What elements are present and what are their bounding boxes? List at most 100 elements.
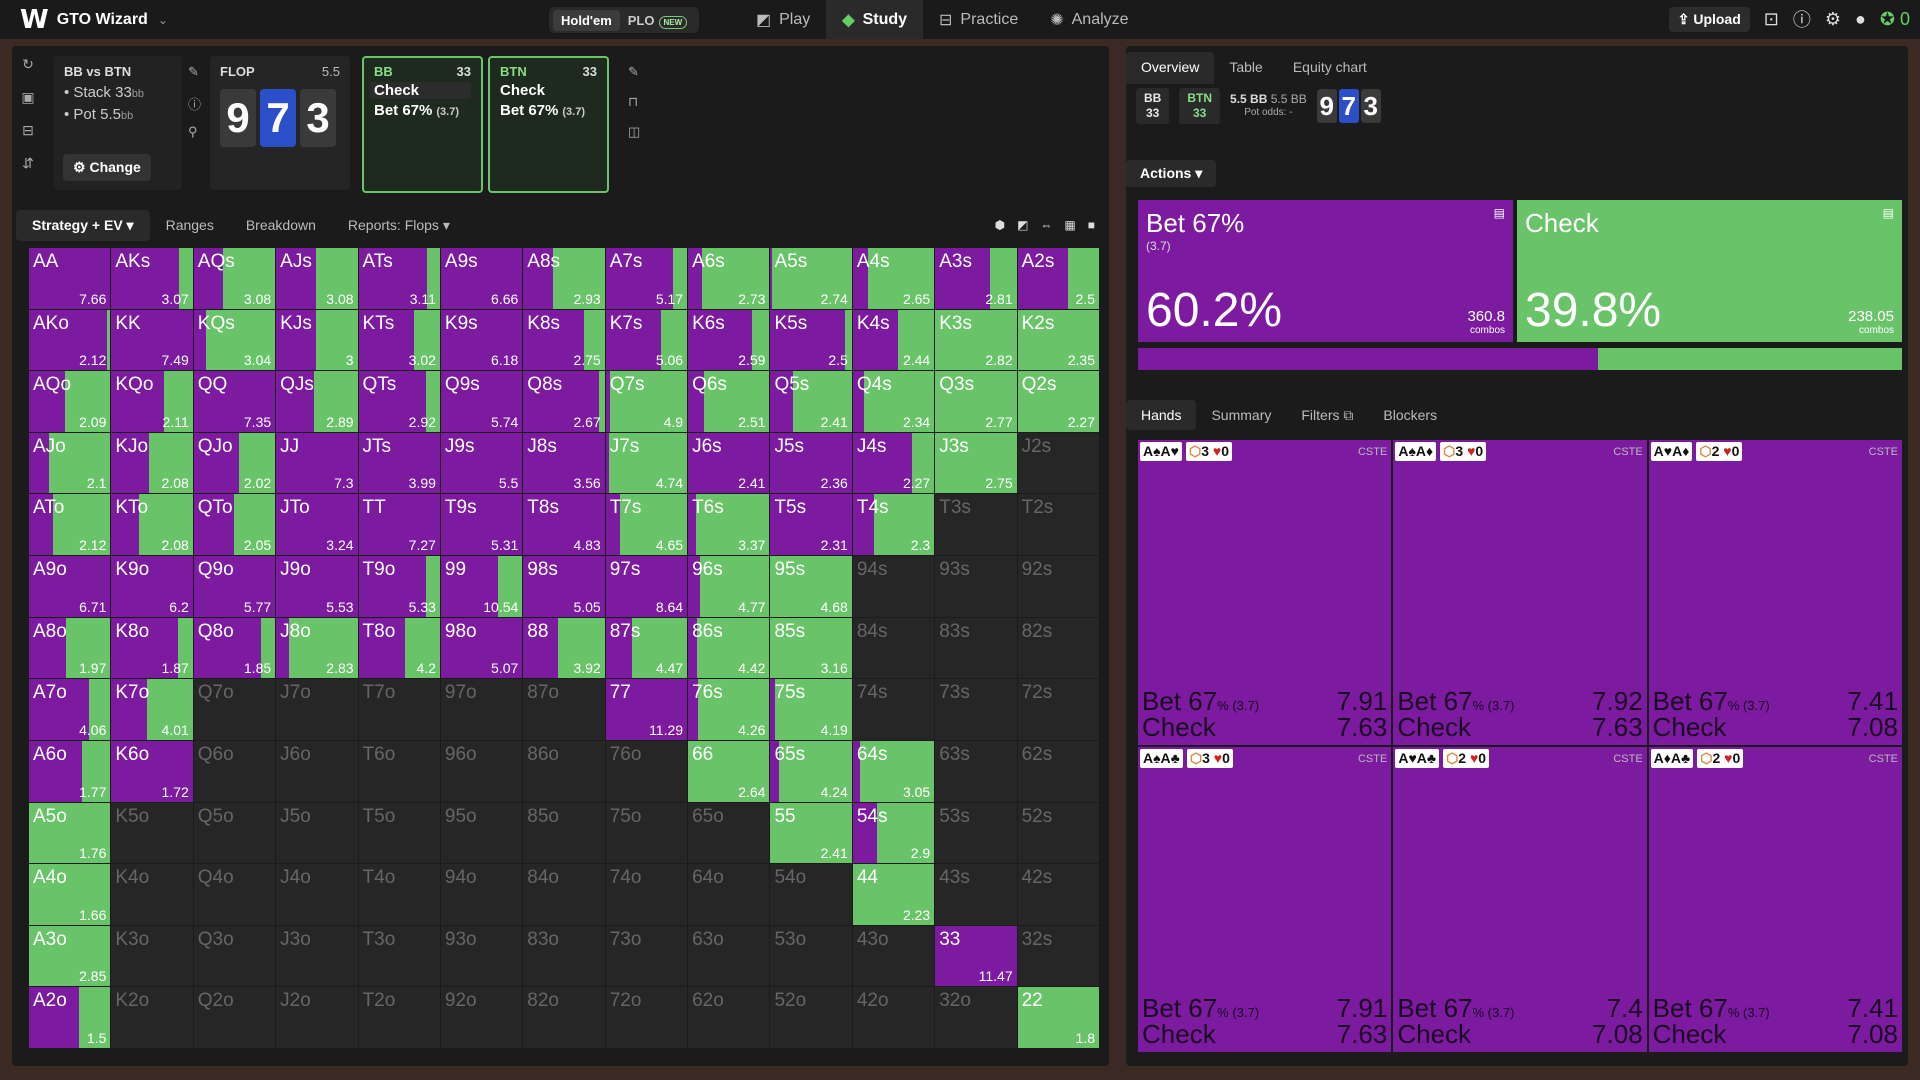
save-icon[interactable]: ▣ (18, 89, 38, 122)
matrix-cell[interactable]: 88 3.92 (523, 617, 605, 679)
matrix-cell[interactable]: AKo 2.12 (29, 309, 111, 371)
matrix-cell[interactable]: ATo 2.12 (29, 494, 111, 556)
matrix-cell[interactable]: T3s (935, 494, 1017, 556)
matrix-cell[interactable]: 82o (523, 987, 605, 1048)
check-summary-card[interactable]: Check 39.8% 238.05 combos ▤ (1517, 200, 1902, 342)
matrix-cell[interactable]: A5o 1.76 (29, 802, 111, 864)
matrix-cell[interactable]: Q8o 1.85 (193, 617, 276, 679)
matrix-cell[interactable]: J4s 2.27 (852, 432, 935, 494)
matrix-cell[interactable]: T8s 4.83 (523, 494, 605, 556)
matrix-cell[interactable]: 43o (852, 925, 935, 987)
matrix-cell[interactable]: AQs 3.08 (193, 248, 276, 309)
change-button[interactable]: ⚙ Change (63, 154, 151, 181)
action-card-bb[interactable]: BB 33 Check Bet 67% (3.7) (362, 56, 483, 193)
share-icon[interactable]: ⚲ (188, 124, 202, 154)
matrix-cell[interactable]: KK 7.49 (111, 309, 193, 371)
matrix-cell[interactable]: A8o 1.97 (29, 617, 111, 679)
matrix-cell[interactable]: JTo 3.24 (276, 494, 358, 556)
matrix-cell[interactable]: 33 11.47 (935, 925, 1017, 987)
matrix-cell[interactable]: A3s 2.81 (935, 248, 1017, 309)
matrix-cell[interactable]: J7o (276, 679, 358, 740)
matrix-cell[interactable]: 66 2.64 (688, 740, 770, 802)
matrix-cell[interactable]: 73o (605, 925, 688, 987)
matrix-cell[interactable]: 75o (605, 802, 688, 864)
matrix-cell[interactable]: Q2s 2.27 (1017, 371, 1099, 432)
upload-button[interactable]: ⇪ Upload (1668, 6, 1750, 32)
app-logo[interactable]: W GTO Wizard ⌄ (20, 5, 170, 35)
actions-dropdown[interactable]: Actions ▾ (1126, 160, 1217, 187)
matrix-cell[interactable]: K6o 1.72 (111, 740, 193, 802)
split-icon[interactable]: ◩ (1017, 218, 1028, 232)
matrix-cell[interactable]: A9s 6.66 (440, 248, 523, 309)
matrix-cell[interactable]: Q7o (193, 679, 276, 740)
user-icon[interactable]: ● (1855, 9, 1866, 30)
matrix-cell[interactable]: J3s 2.75 (935, 432, 1017, 494)
matrix-cell[interactable]: JTs 3.99 (358, 432, 440, 494)
tab-hands[interactable]: Hands (1126, 400, 1197, 430)
matrix-cell[interactable]: T2s (1017, 494, 1099, 556)
matrix-cell[interactable]: 63o (688, 925, 770, 987)
position-bb[interactable]: BB 33 (1136, 88, 1170, 124)
matrix-cell[interactable]: T5s 2.31 (770, 494, 852, 556)
matrix-cell[interactable]: QTs 2.92 (358, 371, 440, 432)
matrix-cell[interactable]: J6o (276, 740, 358, 802)
matrix-cell[interactable]: 54s 2.9 (852, 802, 935, 864)
matrix-cell[interactable]: K8s 2.75 (523, 309, 605, 371)
matrix-cell[interactable]: Q5s 2.41 (770, 371, 852, 432)
lock-icon[interactable]: ⊓ (628, 94, 642, 124)
tab-breakdown[interactable]: Breakdown (230, 210, 332, 240)
matrix-cell[interactable]: 76s 4.26 (688, 679, 770, 740)
resize-icon[interactable]: ⇔ (1040, 218, 1052, 232)
matrix-cell[interactable]: J2s (1017, 432, 1099, 494)
hand-cell[interactable]: A♠A♣ ⬡3 ♥0 CSTE Bet 67% (3.7) 7.91 Check 7.63 (1138, 747, 1392, 1052)
matrix-cell[interactable]: 87o (523, 679, 605, 740)
matrix-cell[interactable]: Q9o 5.77 (193, 556, 276, 617)
matrix-cell[interactable]: 99 10.54 (440, 556, 523, 617)
matrix-cell[interactable]: 52o (770, 987, 852, 1048)
matrix-cell[interactable]: T9o 5.33 (358, 556, 440, 617)
tab-overview[interactable]: Overview (1126, 52, 1215, 84)
matrix-cell[interactable]: K7s 5.06 (605, 309, 688, 371)
matrix-cell[interactable]: J6s 2.41 (688, 432, 770, 494)
matrix-cell[interactable]: AJs 3.08 (276, 248, 358, 309)
matrix-cell[interactable]: 86o (523, 740, 605, 802)
tab-summary[interactable]: Summary (1196, 400, 1286, 430)
matrix-cell[interactable]: K7o 4.01 (111, 679, 193, 740)
matrix-cell[interactable]: 94s (852, 556, 935, 617)
matrix-cell[interactable]: 64o (688, 864, 770, 925)
matrix-cell[interactable]: K6s 2.59 (688, 309, 770, 371)
matrix-cell[interactable]: A7o 4.06 (29, 679, 111, 740)
matrix-cell[interactable]: J2o (276, 987, 358, 1048)
matrix-cell[interactable]: Q5o (193, 802, 276, 864)
matrix-cell[interactable]: K9s 6.18 (440, 309, 523, 371)
matrix-cell[interactable]: Q9s 5.74 (440, 371, 523, 432)
matrix-cell[interactable]: T9s 5.31 (440, 494, 523, 556)
matrix-cell[interactable]: A7s 5.17 (605, 248, 688, 309)
reset-icon[interactable]: ↻ (18, 56, 38, 89)
matrix-cell[interactable]: T2o (358, 987, 440, 1048)
matrix-cell[interactable]: JJ 7.3 (276, 432, 358, 494)
matrix-cell[interactable]: Q8s 2.67 (523, 371, 605, 432)
matrix-cell[interactable]: 83o (523, 925, 605, 987)
matrix-cell[interactable]: Q6s 2.51 (688, 371, 770, 432)
game-mode-holdem[interactable]: Hold'em (553, 9, 620, 31)
matrix-cell[interactable]: A8s 2.93 (523, 248, 605, 309)
matrix-cell[interactable]: 63s (935, 740, 1017, 802)
matrix-cell[interactable]: 83s (935, 617, 1017, 679)
matrix-cell[interactable]: A2o 1.5 (29, 987, 111, 1048)
ac-option-check[interactable]: Check (500, 82, 597, 99)
matrix-cell[interactable]: 43s (935, 864, 1017, 925)
matrix-cell[interactable]: A6s 2.73 (688, 248, 770, 309)
matrix-cell[interactable]: 96o (440, 740, 523, 802)
matrix-cell[interactable]: 73s (935, 679, 1017, 740)
matrix-cell[interactable]: A2s 2.5 (1017, 248, 1099, 309)
matrix-cell[interactable]: 65o (688, 802, 770, 864)
matrix-cell[interactable]: 62o (688, 987, 770, 1048)
square-icon[interactable]: ■ (1088, 218, 1095, 232)
matrix-cell[interactable]: 98s 5.05 (523, 556, 605, 617)
matrix-cell[interactable]: A3o 2.85 (29, 925, 111, 987)
screenshot-icon[interactable]: ⊡ (1764, 9, 1779, 30)
matrix-cell[interactable]: 72s (1017, 679, 1099, 740)
ac-option-bet[interactable]: Bet 67% (3.7) (374, 102, 471, 119)
matrix-cell[interactable]: K3o (111, 925, 193, 987)
